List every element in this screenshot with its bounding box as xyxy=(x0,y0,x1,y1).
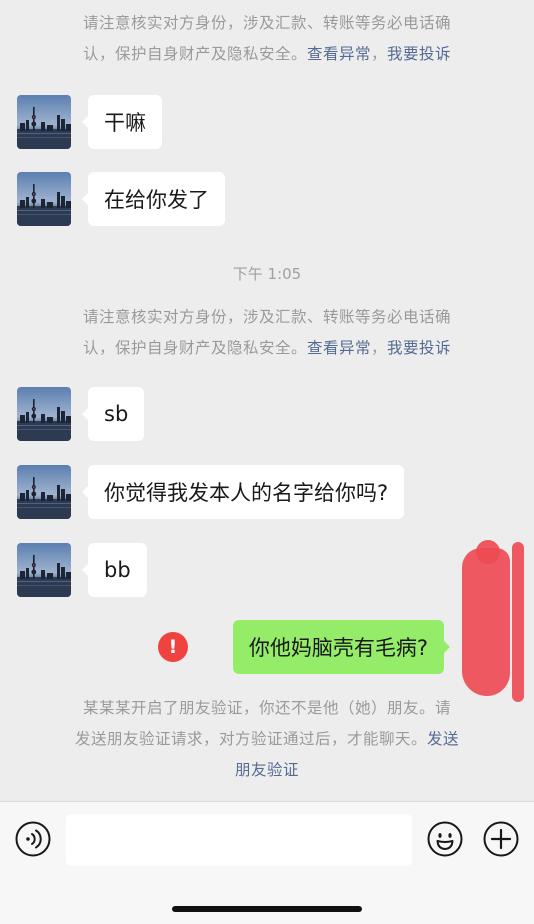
view-anomaly-link[interactable]: 查看异常 xyxy=(307,45,371,63)
security-notice-text: 认，保护自身财产及隐私安全。 xyxy=(82,339,307,357)
redaction-mark xyxy=(462,548,510,696)
friend-verify-notice: 某某某开启了朋友验证，你还不是他（她）朋友。请 发送朋友验证请求，对方验证通过后… xyxy=(36,693,498,786)
contact-avatar[interactable] xyxy=(17,465,71,519)
send-failed-icon[interactable]: ! xyxy=(158,632,188,662)
emoji-icon[interactable] xyxy=(427,821,463,857)
input-bar xyxy=(0,801,534,924)
friend-verify-line3: 朋友验证 xyxy=(36,755,498,786)
message-bubble-received[interactable]: 干嘛 xyxy=(82,95,162,149)
message-text: 你觉得我发本人的名字给你吗? xyxy=(104,481,389,505)
security-notice-1: 请注意核实对方身份，涉及汇款、转账等务必电话确 认，保护自身财产及隐私安全。查看… xyxy=(40,8,494,70)
separator: ， xyxy=(371,339,388,357)
message-bubble-received[interactable]: 你觉得我发本人的名字给你吗? xyxy=(81,465,405,519)
home-indicator xyxy=(172,906,362,912)
message-bubble-received[interactable]: 在给你发了 xyxy=(82,172,225,226)
security-notice-line2: 认，保护自身财产及隐私安全。查看异常，我要投诉 xyxy=(40,39,494,70)
friend-verify-link[interactable]: 朋友验证 xyxy=(235,761,299,779)
message-bubble-received[interactable]: sb xyxy=(81,387,145,441)
message-text: 在给你发了 xyxy=(104,188,209,212)
separator: ， xyxy=(371,45,388,63)
security-notice-line1: 请注意核实对方身份，涉及汇款、转账等务必电话确 xyxy=(82,14,451,32)
friend-verify-line1: 某某某开启了朋友验证，你还不是他（她）朋友。请 xyxy=(82,699,451,717)
security-notice-2: 请注意核实对方身份，涉及汇款、转账等务必电话确 认，保护自身财产及隐私安全。查看… xyxy=(40,302,494,364)
security-notice-text: 认，保护自身财产及隐私安全。 xyxy=(82,45,307,63)
message-bubble-sent[interactable]: 你他妈脑壳有毛病? xyxy=(232,620,451,674)
report-link[interactable]: 我要投诉 xyxy=(387,339,451,357)
security-notice-line2: 认，保护自身财产及隐私安全。查看异常，我要投诉 xyxy=(40,333,494,364)
message-bubble-received[interactable]: bb xyxy=(82,543,147,597)
message-text: bb xyxy=(104,558,131,582)
send-link[interactable]: 发送 xyxy=(427,730,459,748)
contact-avatar[interactable] xyxy=(17,543,71,597)
plus-icon[interactable] xyxy=(483,821,519,857)
message-text: 你他妈脑壳有毛病? xyxy=(248,636,428,660)
redaction-mark xyxy=(476,540,500,564)
message-text: 干嘛 xyxy=(104,111,146,135)
message-input[interactable] xyxy=(66,814,412,866)
friend-verify-text: 发送朋友验证请求，对方验证通过后，才能聊天。 xyxy=(74,730,427,748)
friend-verify-line2: 发送朋友验证请求，对方验证通过后，才能聊天。发送 xyxy=(36,724,498,755)
contact-avatar[interactable] xyxy=(17,95,71,149)
security-notice-line1: 请注意核实对方身份，涉及汇款、转账等务必电话确 xyxy=(82,308,451,326)
view-anomaly-link[interactable]: 查看异常 xyxy=(307,339,371,357)
report-link[interactable]: 我要投诉 xyxy=(387,45,451,63)
message-timestamp: 下午 1:05 xyxy=(232,265,302,283)
redaction-mark xyxy=(512,542,524,702)
contact-avatar[interactable] xyxy=(17,172,71,226)
voice-icon[interactable] xyxy=(15,821,51,857)
contact-avatar[interactable] xyxy=(17,387,71,441)
message-text: sb xyxy=(104,402,129,426)
